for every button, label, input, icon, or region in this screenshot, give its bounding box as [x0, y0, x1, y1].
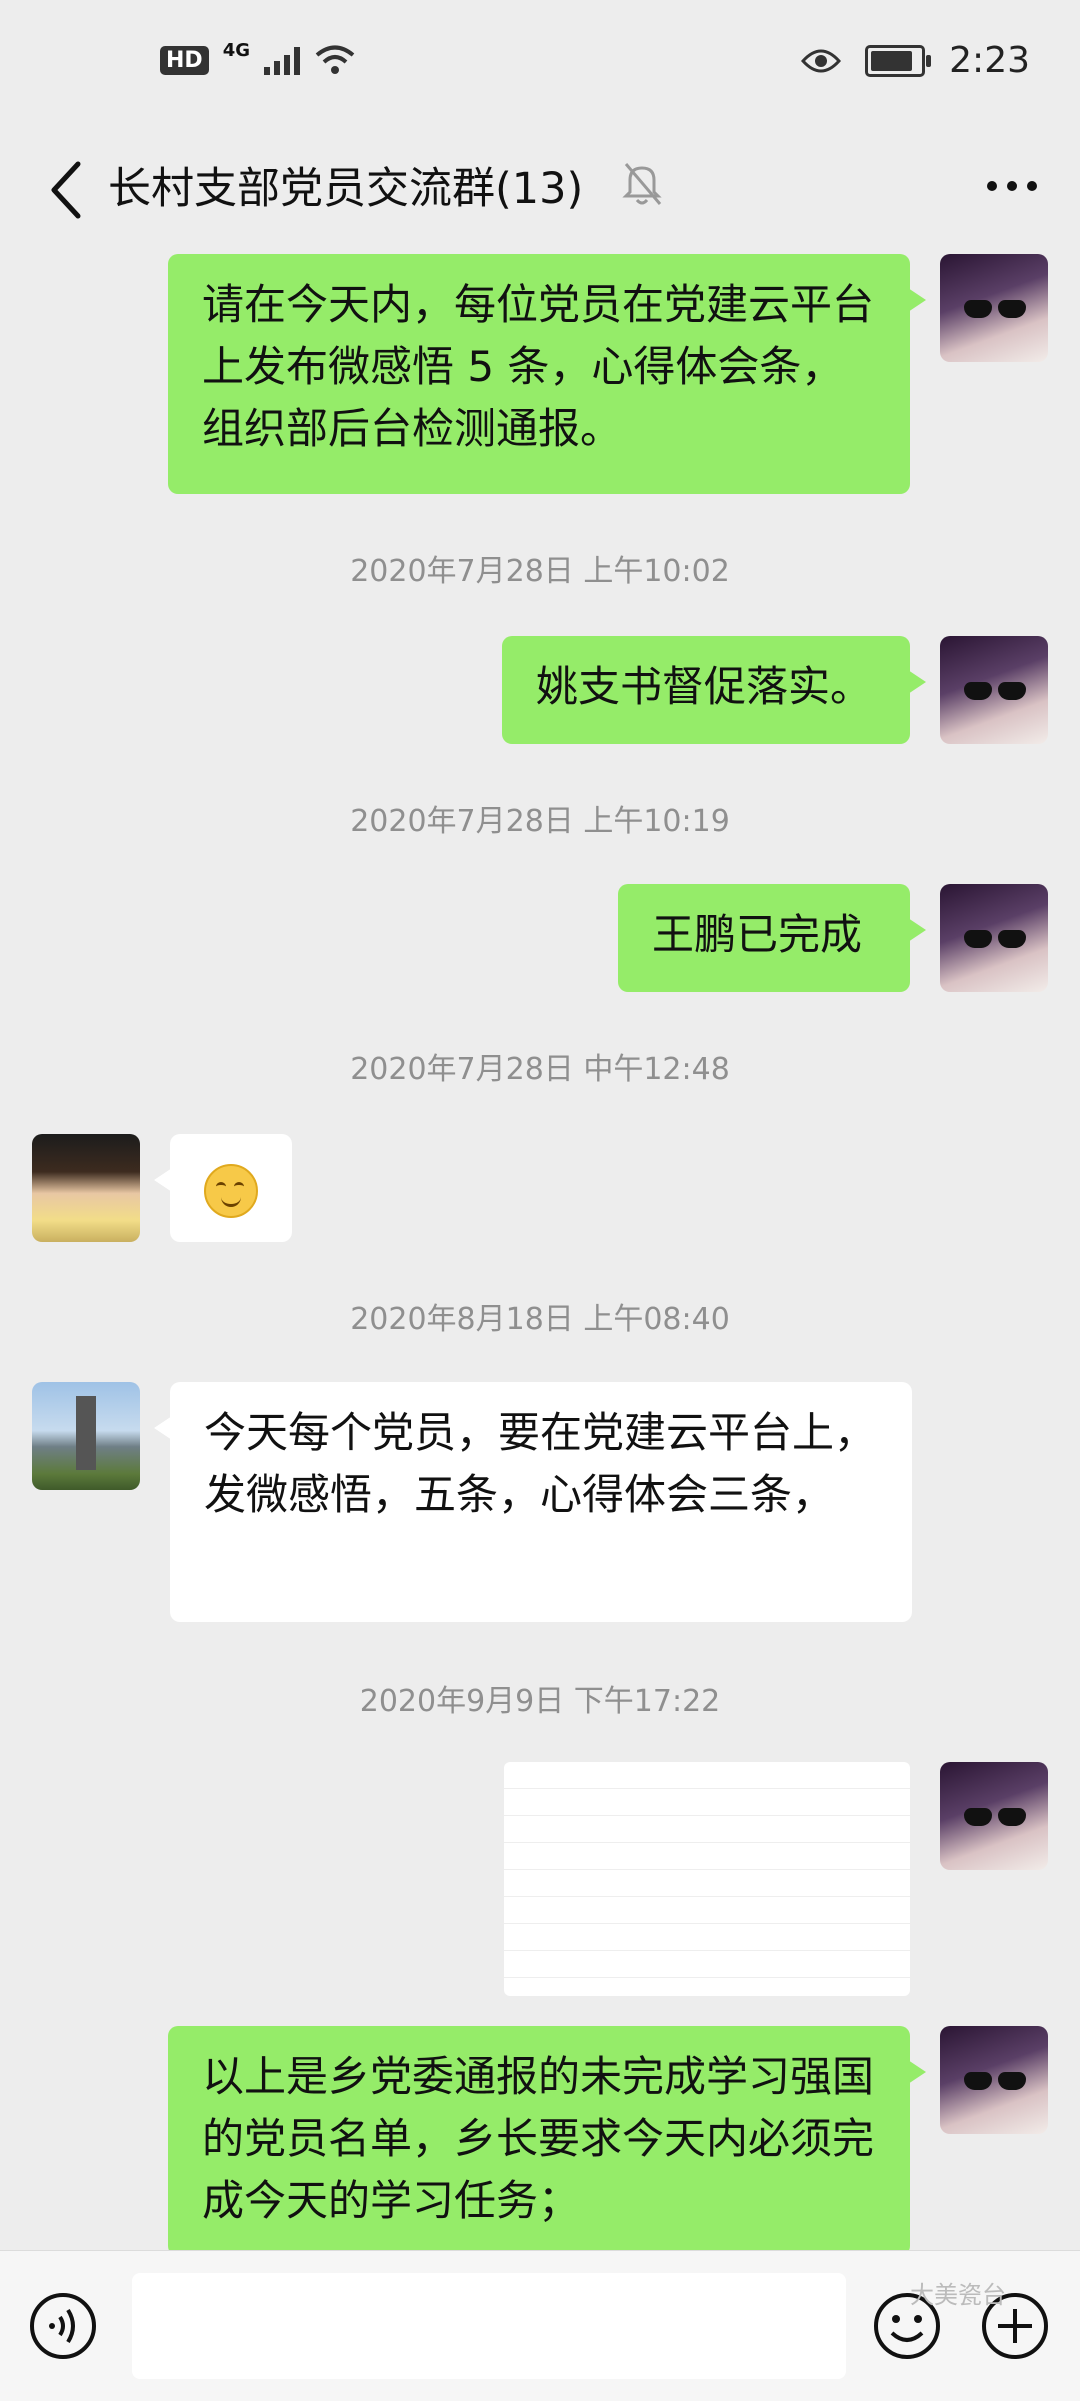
message-timestamp: 2020年7月28日 上午10:19 — [350, 804, 730, 839]
message-bubble-outgoing[interactable]: 王鹏已完成 — [618, 884, 926, 992]
message-bubble-outgoing[interactable]: 姚支书督促落实。 — [502, 636, 926, 744]
status-bar: HD 4G 2:23 — [0, 0, 1080, 136]
more-options-icon[interactable] — [982, 176, 1042, 196]
status-right: 2:23 — [801, 40, 1030, 81]
chat-title: 长村支部党员交流群(13) — [108, 164, 584, 214]
signal-icon — [264, 45, 300, 75]
eye-icon — [801, 49, 842, 72]
message-bubble-outgoing[interactable]: 以上是乡党委通报的未完成学习强国的党员名单，乡长要求今天内必须完成今天的学习任务… — [168, 2026, 926, 2256]
input-bar — [0, 2250, 1080, 2401]
network-type: 4G — [222, 39, 250, 61]
message-timestamp: 2020年8月18日 上午08:40 — [350, 1302, 730, 1337]
message-timestamp: 2020年9月9日 下午17:22 — [359, 1684, 721, 1719]
message-input[interactable] — [132, 2273, 846, 2379]
message-text: 王鹏已完成 — [652, 910, 863, 959]
message-timestamp: 2020年7月28日 上午10:02 — [350, 554, 730, 589]
chat-header: 长村支部党员交流群(13) — [0, 136, 1080, 240]
wifi-icon — [315, 45, 355, 74]
watermark: 大美瓷台 — [910, 2281, 1006, 2309]
battery-icon — [865, 44, 932, 77]
avatar-self[interactable] — [940, 884, 1048, 992]
battery-fill — [871, 50, 913, 71]
clock: 2:23 — [949, 40, 1030, 81]
message-text: 以上是乡党委通报的未完成学习强国的党员名单，乡长要求今天内必须完成今天的学习任务… — [202, 2052, 875, 2225]
message-bubble-incoming[interactable] — [154, 1134, 292, 1242]
avatar-self[interactable] — [940, 254, 1048, 362]
mute-bell-icon — [622, 163, 662, 205]
message-bubble-incoming[interactable]: 今天每个党员，要在党建云平台上，发微感悟，五条，心得体会三条， — [154, 1382, 912, 1622]
message-text: 今天每个党员，要在党建云平台上，发微感悟，五条，心得体会三条， — [204, 1408, 877, 1519]
hd-badge: HD — [160, 45, 209, 75]
message-text: 请在今天内，每位党员在党建云平台上发布微感悟 5 条，心得体会条，组织部后台检测… — [202, 280, 875, 453]
avatar-member[interactable] — [32, 1382, 140, 1490]
status-left: HD 4G — [160, 40, 356, 76]
voice-input-icon[interactable] — [28, 2291, 98, 2361]
smile-emoji-icon — [204, 1164, 258, 1218]
avatar-self[interactable] — [940, 2026, 1048, 2134]
avatar-member[interactable] — [32, 1134, 140, 1242]
message-bubble-outgoing[interactable]: 请在今天内，每位党员在党建云平台上发布微感悟 5 条，心得体会条，组织部后台检测… — [168, 254, 926, 494]
image-message[interactable] — [504, 1762, 910, 1996]
message-text: 姚支书督促落实。 — [536, 662, 873, 711]
back-arrow-icon[interactable] — [38, 150, 98, 230]
message-timestamp: 2020年7月28日 中午12:48 — [350, 1052, 730, 1087]
avatar-self[interactable] — [940, 636, 1048, 744]
avatar-self[interactable] — [940, 1762, 1048, 1870]
